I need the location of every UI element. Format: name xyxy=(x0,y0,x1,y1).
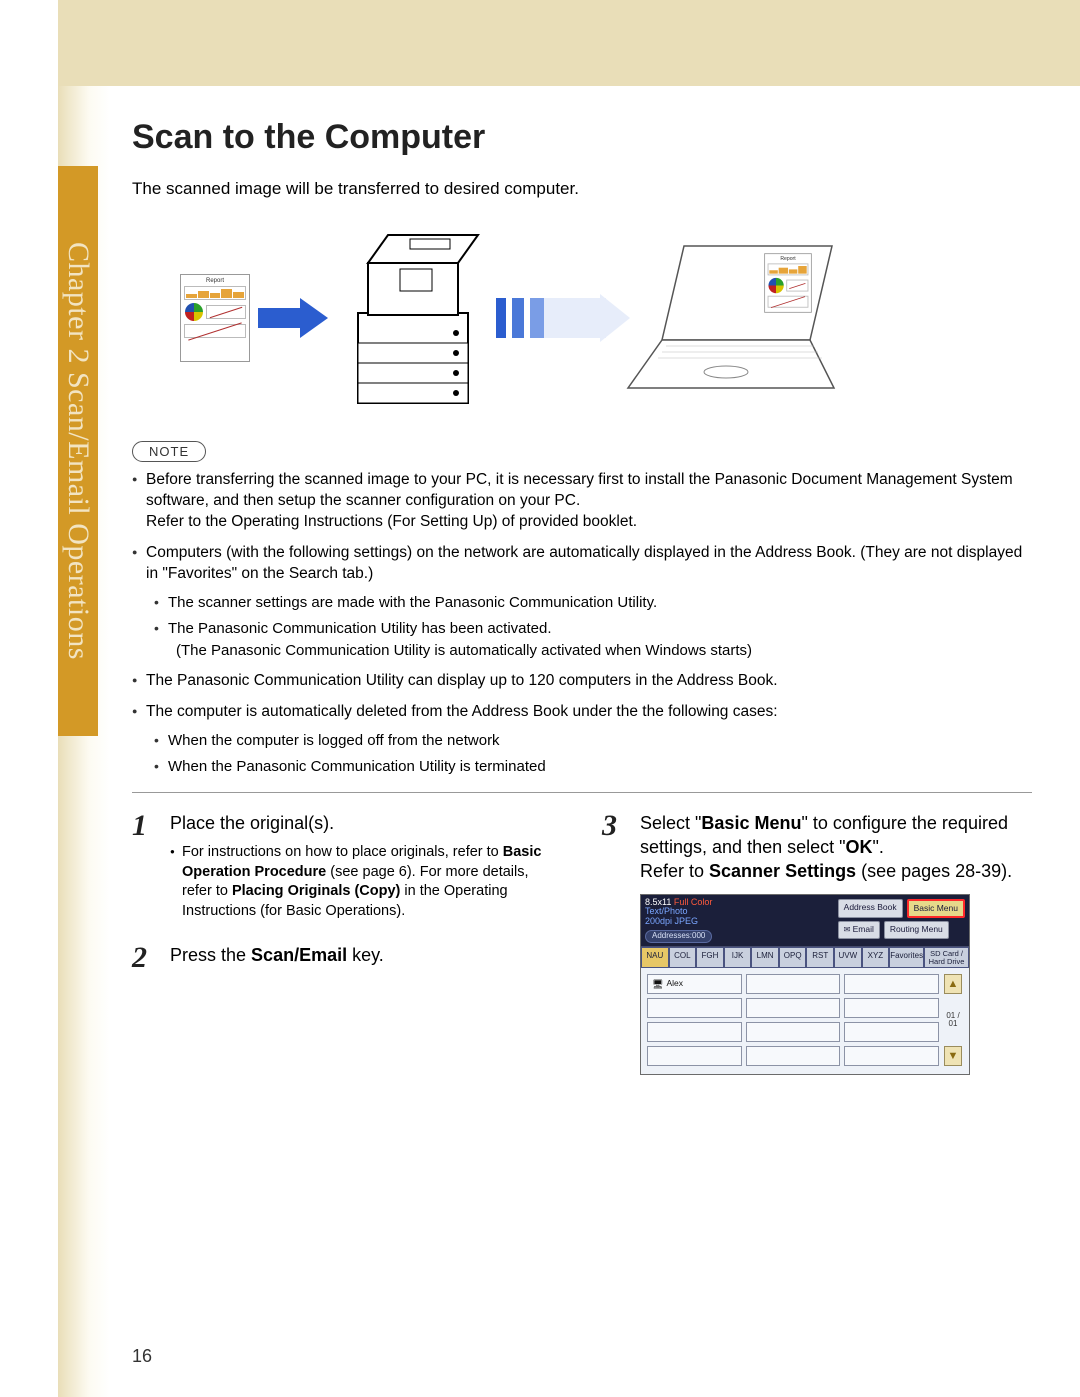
note-subitem: When the computer is logged off from the… xyxy=(154,731,1032,751)
scroll-up-button[interactable]: ▲ xyxy=(944,974,962,994)
line-chart-icon xyxy=(786,280,808,292)
touchscreen-ui: 8.5x11 Full Color Text/Photo 200dpi JPEG… xyxy=(640,894,970,1075)
step-number: 1 xyxy=(132,811,156,922)
pie-chart-icon xyxy=(185,303,203,321)
page-content: Scan to the Computer The scanned image w… xyxy=(132,118,1032,1097)
top-band xyxy=(58,0,1080,86)
step-body: Press the Scan/Email key. xyxy=(170,943,384,973)
scroll-buttons: ▲ 01 / 01 ▼ xyxy=(943,974,963,1066)
chapter-tab-label: Chapter 2 Scan/Email Operations xyxy=(61,242,95,660)
address-book-button[interactable]: Address Book xyxy=(838,899,903,918)
note-text: Before transferring the scanned image to… xyxy=(146,471,1013,509)
report-label: Report xyxy=(184,278,246,284)
steps-col-left: 1 Place the original(s). For instruction… xyxy=(132,811,562,1097)
separator xyxy=(132,792,1032,793)
step-body: Place the original(s). For instructions … xyxy=(170,811,562,922)
step-body: Select "Basic Menu" to configure the req… xyxy=(640,811,1032,1075)
step-sub-bullet: For instructions on how to place origina… xyxy=(170,843,562,921)
note-item: The computer is automatically deleted fr… xyxy=(132,702,1032,777)
note-pill: NOTE xyxy=(132,441,206,462)
bar-chart-icon xyxy=(184,286,246,300)
scroll-down-button[interactable]: ▼ xyxy=(944,1046,962,1066)
tab-sd-card[interactable]: SD Card / Hard Drive xyxy=(924,947,969,968)
section-title: Scan to the Computer xyxy=(132,118,1032,157)
destination-cell[interactable] xyxy=(844,1046,939,1066)
report-label: Report xyxy=(768,257,809,262)
addresses-pill[interactable]: Addresses:000 xyxy=(645,930,712,943)
bar-chart-icon xyxy=(768,263,809,275)
destination-cell[interactable] xyxy=(647,1022,742,1042)
note-subitem: When the Panasonic Communication Utility… xyxy=(154,757,1032,777)
tab[interactable]: COL xyxy=(669,947,697,968)
tab[interactable]: UVW xyxy=(834,947,862,968)
note-item: The Panasonic Communication Utility can … xyxy=(132,671,1032,692)
report-icon: Report xyxy=(180,274,250,362)
destination-cell[interactable] xyxy=(844,1022,939,1042)
line-chart-icon xyxy=(768,296,809,308)
tab[interactable]: OPQ xyxy=(779,947,807,968)
pie-chart-icon xyxy=(768,278,783,293)
tab[interactable]: XYZ xyxy=(862,947,890,968)
tab[interactable]: IJK xyxy=(724,947,752,968)
figure-row: Report xyxy=(180,213,1032,423)
destination-cell[interactable] xyxy=(746,998,841,1018)
step-2: 2 Press the Scan/Email key. xyxy=(132,943,562,973)
line-chart-icon xyxy=(184,324,246,338)
destination-cell[interactable] xyxy=(746,1046,841,1066)
screen-header: 8.5x11 Full Color Text/Photo 200dpi JPEG… xyxy=(641,895,969,946)
note-item: Computers (with the following settings) … xyxy=(132,543,1032,662)
note-block: NOTE Before transferring the scanned ima… xyxy=(132,441,1032,778)
tab[interactable]: FGH xyxy=(696,947,724,968)
destination-cell[interactable] xyxy=(647,1046,742,1066)
note-subitem: The Panasonic Communication Utility has … xyxy=(154,619,1032,662)
page-indicator: 01 / 01 xyxy=(943,1012,963,1028)
note-subitem: The scanner settings are made with the P… xyxy=(154,593,1032,613)
arrow-right-icon xyxy=(258,298,330,338)
laptop-illustration: Report xyxy=(614,238,844,398)
page-number: 16 xyxy=(132,1346,152,1367)
tab[interactable]: NAU xyxy=(641,947,669,968)
destination-cell[interactable] xyxy=(844,998,939,1018)
step-1: 1 Place the original(s). For instruction… xyxy=(132,811,562,922)
steps-row: 1 Place the original(s). For instruction… xyxy=(132,811,1032,1097)
tab[interactable]: LMN xyxy=(751,947,779,968)
step-3: 3 Select "Basic Menu" to configure the r… xyxy=(602,811,1032,1075)
step-number: 3 xyxy=(602,811,626,1075)
basic-menu-button[interactable]: Basic Menu xyxy=(907,899,965,918)
printer-illustration xyxy=(338,223,488,413)
email-button[interactable]: Email xyxy=(838,921,880,939)
screen-grid: Alex xyxy=(641,968,969,1074)
tab[interactable]: RST xyxy=(806,947,834,968)
destination-cell[interactable]: Alex xyxy=(647,974,742,994)
report-icon: Report xyxy=(764,253,812,313)
screen-header-buttons: Address Book Basic Menu Email Routing Me… xyxy=(834,895,969,946)
note-text: Computers (with the following settings) … xyxy=(146,544,1022,582)
line-chart-icon xyxy=(206,305,246,319)
screen-status: 8.5x11 Full Color Text/Photo 200dpi JPEG… xyxy=(641,895,834,946)
steps-col-right: 3 Select "Basic Menu" to configure the r… xyxy=(602,811,1032,1097)
routing-menu-button[interactable]: Routing Menu xyxy=(884,921,949,939)
chapter-tab: Chapter 2 Scan/Email Operations xyxy=(58,166,98,736)
destination-cell[interactable] xyxy=(746,1022,841,1042)
destination-cell[interactable] xyxy=(746,974,841,994)
screen-tabs: NAU COL FGH IJK LMN OPQ RST UVW XYZ Favo… xyxy=(641,946,969,968)
tab[interactable]: Favorites xyxy=(889,947,924,968)
note-subtext: (The Panasonic Communication Utility is … xyxy=(176,641,1032,661)
destination-cell[interactable] xyxy=(647,998,742,1018)
note-item: Before transferring the scanned image to… xyxy=(132,470,1032,533)
step-number: 2 xyxy=(132,943,156,973)
note-text: Refer to the Operating Instructions (For… xyxy=(146,513,637,530)
arrow-transfer-icon xyxy=(496,298,606,338)
intro-text: The scanned image will be transferred to… xyxy=(132,179,1032,199)
destination-cell[interactable] xyxy=(844,974,939,994)
